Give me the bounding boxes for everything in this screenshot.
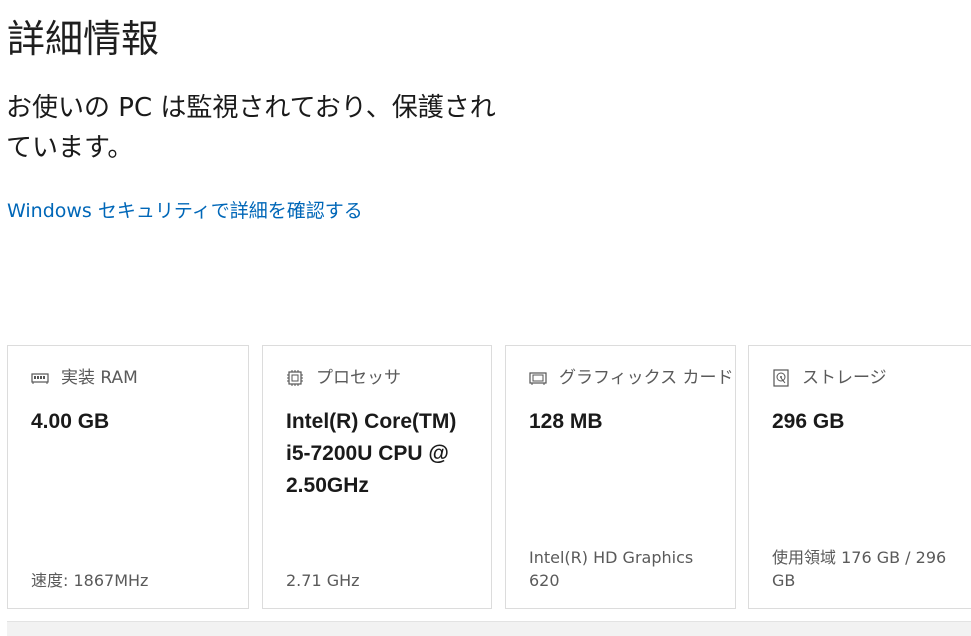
storage-value: 296 GB [772,410,845,433]
ram-card: 実装 RAM 4.00 GB 速度: 1867MHz [7,345,249,609]
ram-label: 実装 RAM [61,368,138,388]
windows-security-link[interactable]: Windows セキュリティで詳細を確認する [7,197,363,225]
page-title: 詳細情報 [7,17,160,61]
processor-card: プロセッサ Intel(R) Core(TM) i5-7200U CPU @ 2… [262,345,492,609]
graphics-label: グラフィックス カード [559,368,734,388]
ram-speed: 速度: 1867MHz [31,571,149,590]
graphics-card-header: グラフィックス カード [529,366,734,390]
processor-label: プロセッサ [316,368,401,388]
processor-icon [286,369,304,387]
storage-usage: 使用領域 176 GB / 296 GB [772,548,947,590]
graphics-card: グラフィックス カード 128 MB Intel(R) HD Graphics … [505,345,736,609]
ram-icon [31,369,49,387]
storage-label: ストレージ [802,368,887,388]
processor-value: Intel(R) Core(TM) i5-7200U CPU @ 2.50GHz [286,410,457,497]
processor-clock: 2.71 GHz [286,571,360,590]
storage-card: ストレージ 296 GB 使用領域 176 GB / 296 GB [748,345,971,609]
graphics-value: 128 MB [529,410,603,433]
ram-value: 4.00 GB [31,410,110,433]
protection-status-message: お使いの PC は監視されており、保護されています。 [6,93,496,163]
next-section-strip [7,621,971,636]
graphics-card-icon [529,369,547,387]
about-page: 詳細情報 お使いの PC は監視されており、保護されています。 Windows … [0,0,971,636]
graphics-adapter-name: Intel(R) HD Graphics 620 [529,548,694,590]
ram-card-header: 実装 RAM [31,366,138,390]
storage-icon [772,369,790,387]
processor-card-header: プロセッサ [286,366,401,390]
storage-card-header: ストレージ [772,366,887,390]
